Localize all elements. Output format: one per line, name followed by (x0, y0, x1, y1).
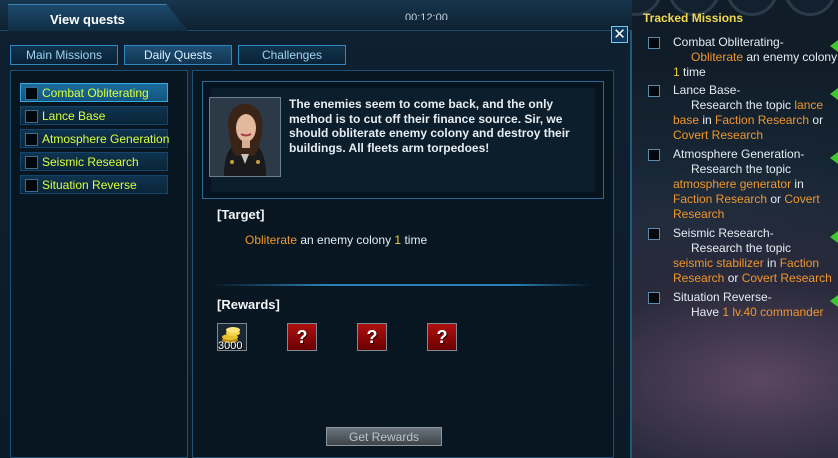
tracked-text: Lance Base- Research the topic lance bas… (673, 83, 838, 143)
question-mark-icon: ? (366, 327, 378, 347)
tab-main-missions[interactable]: Main Missions (10, 45, 118, 65)
close-button[interactable]: ✕ (611, 26, 628, 43)
tracked-line: in (699, 113, 716, 127)
tracked-heading: Lance Base- (673, 83, 741, 97)
objective-text: Obliterate an enemy colony 1 time (245, 233, 427, 247)
story-text: The enemies seem to come back, and the o… (289, 97, 570, 155)
tracked-highlight: Covert Research (673, 128, 764, 142)
mission-label: Atmosphere Generation (42, 132, 170, 146)
window-title: View quests (50, 12, 125, 27)
quest-window: View quests 00:12:00 ✕ Main Missions Dai… (0, 0, 632, 458)
tracked-line: an enemy colony (743, 50, 838, 64)
tracked-text: Situation Reverse- Have 1 lv.40 commande… (673, 290, 838, 320)
tracked-line: or (767, 192, 785, 206)
mission-label: Situation Reverse (42, 178, 137, 192)
portrait-icon (210, 98, 280, 176)
mission-checkbox[interactable] (25, 110, 38, 123)
clock: 00:12:00 (405, 12, 448, 20)
get-rewards-button[interactable]: Get Rewards (326, 427, 442, 446)
tracked-highlight: lance (794, 98, 824, 112)
mission-item-lance-base[interactable]: Lance Base (20, 106, 168, 125)
tracked-line: or (809, 113, 824, 127)
tracked-highlight: Faction (779, 256, 820, 270)
tracked-checkbox[interactable] (648, 228, 660, 240)
tab-daily-quests[interactable]: Daily Quests (124, 45, 232, 65)
mission-checkbox[interactable] (25, 87, 38, 100)
tracked-highlight: seismic stabilizer (673, 256, 764, 270)
mission-checkbox[interactable] (25, 156, 38, 169)
tracked-line: in (791, 177, 804, 191)
tracked-line: Research the topic (691, 162, 792, 176)
commander-portrait (209, 97, 281, 177)
mission-label: Combat Obliterating (42, 86, 149, 100)
rewards-heading: [Rewards] (217, 297, 280, 312)
mission-checkbox[interactable] (25, 179, 38, 192)
tracked-checkbox[interactable] (648, 149, 660, 161)
tracked-count: 1 (673, 65, 680, 79)
tracked-checkbox[interactable] (648, 292, 660, 304)
mission-label: Lance Base (42, 109, 106, 123)
title-bar: View quests 00:12:00 (0, 0, 632, 31)
tracked-line: Research the topic (691, 98, 795, 112)
mission-item-situation-reverse[interactable]: Situation Reverse (20, 175, 168, 194)
tracked-missions-title: Tracked Missions (643, 11, 744, 25)
tracked-line: in (763, 256, 780, 270)
tracked-arrow-icon[interactable] (830, 88, 838, 100)
tracked-highlight: Faction Research (715, 113, 810, 127)
tracked-highlight: 1 lv.40 commander (722, 305, 824, 319)
tracked-text: Seismic Research- Research the topic sei… (673, 226, 838, 286)
reward-unknown[interactable]: ? (357, 323, 387, 351)
objective-target: an enemy colony (297, 233, 395, 247)
tracked-line: Have (691, 305, 723, 319)
tracked-highlight: Obliterate (691, 50, 744, 64)
reward-amount: 3000 (218, 340, 243, 352)
section-divider (211, 284, 591, 286)
tracked-heading: Seismic Research- (673, 226, 774, 240)
objective-suffix: time (401, 233, 428, 247)
question-mark-icon: ? (296, 327, 308, 347)
mission-item-seismic-research[interactable]: Seismic Research (20, 152, 168, 171)
tracked-arrow-icon[interactable] (830, 231, 838, 243)
mission-checkbox[interactable] (25, 133, 38, 146)
mission-detail: The enemies seem to come back, and the o… (192, 70, 614, 458)
tracked-heading: Situation Reverse- (673, 290, 772, 304)
question-mark-icon: ? (436, 327, 448, 347)
tracked-arrow-icon[interactable] (830, 152, 838, 164)
tracked-highlight: Covert (784, 192, 820, 206)
tracked-arrow-icon[interactable] (830, 295, 838, 307)
tracked-text: Atmosphere Generation- Research the topi… (673, 147, 838, 222)
tracked-highlight: atmosphere generator (673, 177, 792, 191)
target-heading: [Target] (217, 207, 265, 222)
tracked-checkbox[interactable] (648, 37, 660, 49)
tracked-checkbox[interactable] (648, 85, 660, 97)
tracked-line: Research the topic (691, 241, 792, 255)
mission-label: Seismic Research (42, 155, 139, 169)
tracked-text: Combat Obliterating- Obliterate an enemy… (673, 35, 838, 80)
tracked-arrow-icon[interactable] (830, 40, 838, 52)
reward-unknown[interactable]: ? (287, 323, 317, 351)
objective-action: Obliterate (245, 233, 298, 247)
reward-unknown[interactable]: ? (427, 323, 457, 351)
tracked-highlight: Research (673, 207, 725, 221)
tracked-heading: Atmosphere Generation- (673, 147, 805, 161)
tracked-highlight: base (673, 113, 700, 127)
tracked-line: time (679, 65, 706, 79)
tab-challenges[interactable]: Challenges (238, 45, 346, 65)
mission-item-atmosphere-generation[interactable]: Atmosphere Generation (20, 129, 170, 148)
tracked-heading: Combat Obliterating- (673, 35, 784, 49)
tracked-highlight: Research (673, 271, 725, 285)
mission-list: Combat Obliterating Lance Base Atmospher… (10, 70, 188, 458)
tracked-highlight: Faction Research (673, 192, 768, 206)
tracked-highlight: Covert Research (741, 271, 832, 285)
reward-gold[interactable]: 3000 (217, 323, 247, 352)
tracked-missions-panel: Tracked Missions Combat Obliterating- Ob… (638, 0, 838, 330)
mission-item-combat-obliterating[interactable]: Combat Obliterating (20, 83, 168, 102)
tracked-line: or (724, 271, 742, 285)
